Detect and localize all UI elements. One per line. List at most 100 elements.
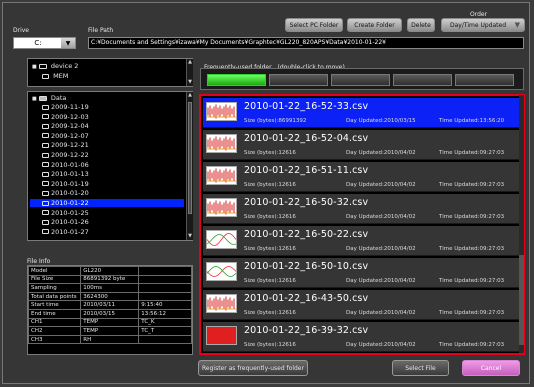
file-name: 2010-01-22_16-43-50.csv: [244, 293, 369, 304]
file-list-scrollbar[interactable]: [519, 95, 524, 353]
favorite-slot-2[interactable]: [269, 74, 328, 86]
folder-item[interactable]: 2010-01-06: [30, 161, 184, 169]
folder-label: 2009-12-03: [51, 112, 89, 121]
file-item[interactable]: 2010-01-22_16-51-11.csv Size (bytes):1261…: [203, 162, 521, 192]
folder-item[interactable]: 2009-12-04: [30, 122, 184, 130]
waveform-thumbnail-icon: [206, 230, 237, 249]
waveform-thumbnail-icon: [206, 262, 237, 281]
favorite-slot-1[interactable]: [207, 74, 266, 86]
folder-item[interactable]: 2009-12-22: [30, 151, 184, 159]
file-item[interactable]: 2010-01-22_16-43-50.csv Size (bytes):1261…: [203, 290, 521, 320]
info-row: Start time 2010/03/11 9:15:40: [27, 300, 192, 310]
file-item[interactable]: 2010-01-22_16-39-32.csv Size (bytes):1261…: [203, 322, 521, 352]
file-day-updated: Day Updated:2010/04/02: [346, 246, 416, 252]
file-path-field[interactable]: C:¥Documents and Settings¥izawa¥My Docum…: [88, 37, 524, 49]
file-size: Size (bytes):86991392: [244, 118, 307, 124]
info-cell: [138, 334, 192, 345]
register-favorite-button[interactable]: Register as frequently-used folder: [198, 360, 308, 376]
info-cell: [138, 274, 192, 285]
folder-icon: [42, 162, 49, 168]
info-cell: [138, 291, 192, 302]
file-item[interactable]: 2010-01-22_16-50-10.csv Size (bytes):1261…: [203, 258, 521, 288]
scroll-down-icon[interactable]: ▼: [187, 79, 193, 86]
info-cell: TEMP: [80, 326, 140, 336]
scroll-up-icon[interactable]: ▲: [187, 59, 193, 66]
file-name: 2010-01-22_16-50-32.csv: [244, 197, 369, 208]
favorite-slot-5[interactable]: [455, 74, 514, 86]
file-item[interactable]: 2010-01-22_16-52-33.csv Size (bytes):8699…: [203, 98, 521, 128]
folder-label: 2010-01-22: [51, 199, 89, 207]
info-cell: [138, 283, 192, 293]
file-browser-window: Drive C: ▼ File Path C:¥Documents and Se…: [0, 0, 534, 387]
folder-item[interactable]: 2010-01-25: [30, 209, 184, 217]
folder-item[interactable]: 2010-01-26: [30, 218, 184, 226]
scroll-up-icon[interactable]: ▲: [187, 92, 193, 99]
favorite-slot-4[interactable]: [393, 74, 452, 86]
info-cell: TEMP: [80, 317, 140, 328]
folder-item[interactable]: 2009-11-19: [30, 103, 184, 111]
info-row: Total data points 3624300: [27, 291, 192, 302]
info-row: Model GL220: [27, 266, 192, 276]
folder-item[interactable]: 2009-12-03: [30, 113, 184, 121]
select-pc-folder-button[interactable]: Select PC Folder: [285, 18, 343, 32]
delete-button[interactable]: Delete: [407, 18, 435, 32]
data-folder-item[interactable]: ■ Data: [32, 94, 66, 102]
folder-icon: [42, 123, 49, 129]
info-row: File Size 86891392 byte: [27, 274, 192, 285]
folder-item[interactable]: 2010-01-20: [30, 189, 184, 197]
drive-select[interactable]: C: ▼: [13, 37, 76, 49]
order-select[interactable]: Day/Time Updated ▼: [441, 18, 525, 32]
file-size: Size (bytes):12616: [244, 278, 296, 284]
folder-item[interactable]: 2010-01-22: [30, 199, 184, 207]
folder-scrollbar[interactable]: ▲ ▼: [186, 92, 193, 240]
info-cell: File Size: [27, 274, 82, 285]
file-name: 2010-01-22_16-39-32.csv: [244, 325, 369, 336]
chevron-down-icon[interactable]: ▼: [61, 38, 75, 48]
file-size: Size (bytes):12616: [244, 342, 296, 348]
folder-item[interactable]: 2010-01-13: [30, 170, 184, 178]
device-scrollbar[interactable]: ▲ ▼: [186, 59, 193, 86]
info-cell: TC_K: [138, 317, 192, 328]
waveform-thumbnail-icon: [206, 294, 237, 313]
file-name: 2010-01-22_16-50-10.csv: [244, 261, 369, 272]
info-row: Sampling 100ms: [27, 283, 192, 293]
select-file-button[interactable]: Select File: [392, 360, 449, 376]
favorite-slot-3[interactable]: [331, 74, 390, 86]
favorites-bar: [200, 68, 524, 90]
folder-icon: [42, 152, 49, 158]
file-day-updated: Day Updated:2010/04/02: [346, 182, 416, 188]
file-day-updated: Day Updated:2010/04/02: [346, 310, 416, 316]
folder-item[interactable]: 2009-12-21: [30, 141, 184, 149]
folder-item[interactable]: 2009-12-07: [30, 132, 184, 140]
cancel-button[interactable]: Cancel: [462, 360, 520, 376]
scroll-thumb[interactable]: [188, 102, 192, 214]
info-cell: End time: [27, 308, 82, 319]
mem-item[interactable]: MEM: [42, 72, 68, 80]
scroll-thumb[interactable]: [519, 255, 524, 345]
info-cell: 86891392 byte: [80, 274, 140, 285]
folder-item[interactable]: 2010-01-19: [30, 180, 184, 188]
scroll-down-icon[interactable]: ▼: [187, 233, 193, 240]
file-item[interactable]: 2010-01-22_16-50-32.csv Size (bytes):1261…: [203, 194, 521, 224]
info-cell: 13:56:12: [138, 308, 192, 319]
create-folder-button[interactable]: Create Folder: [347, 18, 402, 32]
file-day-updated: Day Updated:2010/04/02: [346, 150, 416, 156]
device-item[interactable]: ■ device 2: [32, 62, 78, 70]
folder-icon: [42, 171, 49, 177]
file-time-updated: Time Updated:09:27:03: [439, 214, 505, 220]
drive-icon: [38, 63, 47, 69]
collapse-icon[interactable]: ■: [32, 64, 37, 70]
info-cell: GL220: [80, 266, 140, 276]
file-day-updated: Day Updated:2010/04/02: [346, 342, 416, 348]
info-cell: TC_T: [138, 326, 192, 336]
drive-value: C:: [34, 39, 42, 47]
folder-item[interactable]: 2010-01-27: [30, 228, 184, 236]
collapse-icon[interactable]: ■: [32, 96, 37, 102]
file-item[interactable]: 2010-01-22_16-52-04.csv Size (bytes):1261…: [203, 130, 521, 160]
file-size: Size (bytes):12616: [244, 310, 296, 316]
info-cell: 9:15:40: [138, 300, 192, 310]
file-item[interactable]: 2010-01-22_16-50-22.csv Size (bytes):1261…: [203, 226, 521, 256]
file-day-updated: Day Updated:2010/04/02: [346, 214, 416, 220]
folder-label: 2010-01-27: [51, 227, 89, 236]
order-value: Day/Time Updated: [450, 21, 506, 29]
